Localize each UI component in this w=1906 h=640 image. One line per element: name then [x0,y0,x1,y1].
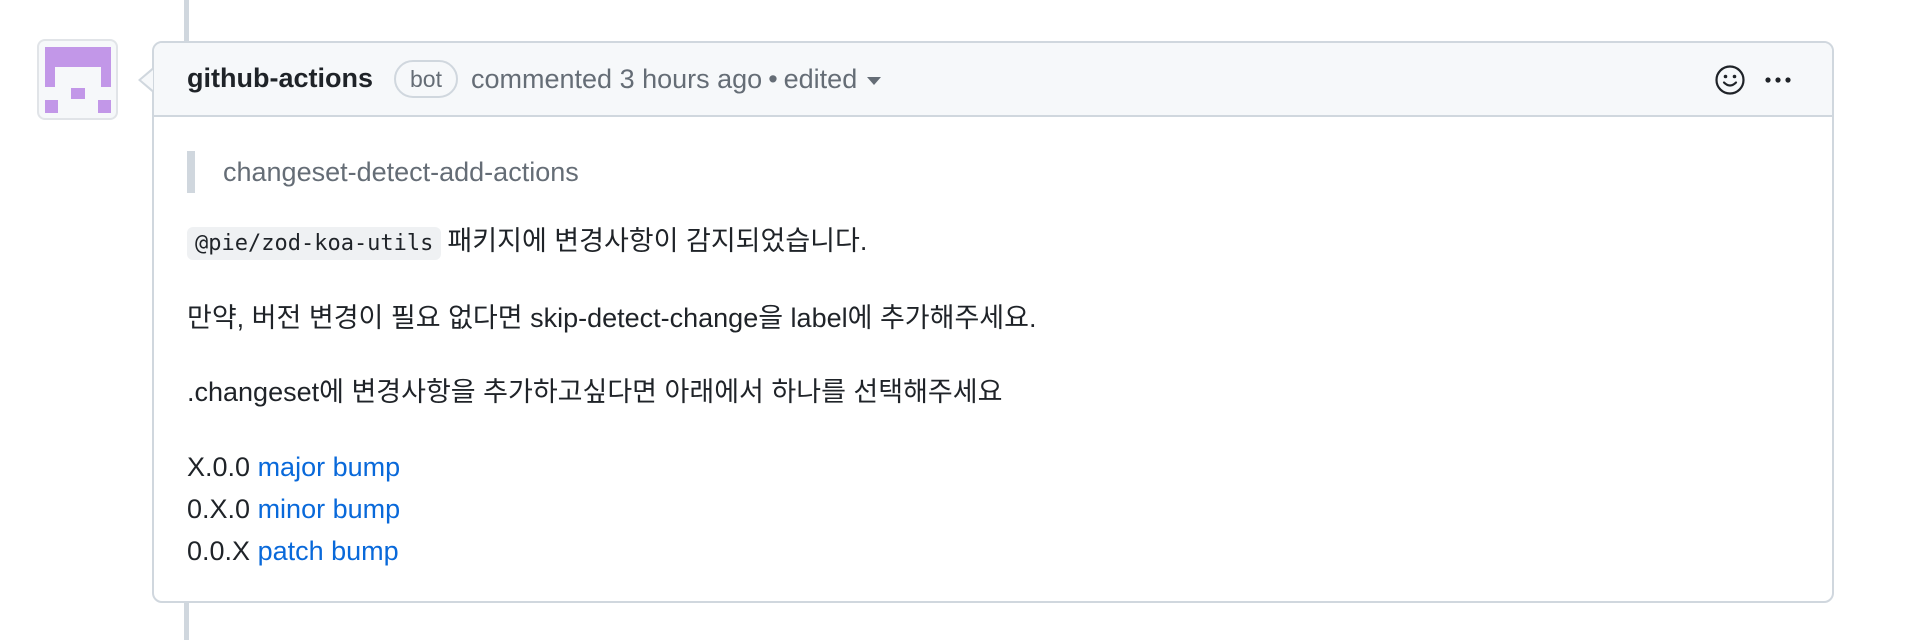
edited-dropdown[interactable]: edited [784,64,882,94]
detected-text: 패키지에 변경사항이 감지되었습니다. [447,226,868,256]
avatar[interactable] [37,39,118,120]
caret-down-icon [867,76,882,85]
bump-version: 0.X.0 [187,494,251,524]
comment-body: changeset-detect-add-actions @pie/zod-ko… [187,151,1799,572]
select-paragraph: .changeset에 변경사항을 추가하고싶다면 아래에서 하나를 선택해주세… [187,377,1003,407]
skip-paragraph: 만약, 버전 변경이 필요 없다면 skip-detect-change을 la… [187,303,1037,333]
more-options-button[interactable] [1760,62,1796,98]
comment-meta: commented 3 hours ago • edited [471,64,882,95]
major-bump-link[interactable]: major bump [258,452,401,482]
comment-box: github-actions bot commented 3 hours ago… [152,41,1834,603]
blockquote: changeset-detect-add-actions [187,151,1799,193]
separator-dot: • [768,64,778,94]
author-link[interactable]: github-actions [187,63,373,94]
bump-list: X.0.0 major bump 0.X.0 minor bump 0.0.X … [187,446,1799,572]
bump-line-minor: 0.X.0 minor bump [187,488,1799,530]
bot-badge: bot [394,60,458,98]
smiley-icon [1715,65,1745,95]
patch-bump-link[interactable]: patch bump [258,536,399,566]
minor-bump-link[interactable]: minor bump [258,494,401,524]
add-reaction-button[interactable] [1712,62,1748,98]
comment-pointer-fill [141,70,153,90]
bump-version: 0.0.X [187,536,251,566]
package-code: @pie/zod-koa-utils [187,227,442,260]
detected-paragraph: @pie/zod-koa-utils 패키지에 변경사항이 감지되었습니다. [187,221,1799,264]
comment-header: github-actions bot commented 3 hours ago… [154,43,1832,117]
header-actions [1712,62,1796,98]
timestamp-link[interactable]: commented 3 hours ago [471,64,762,94]
identicon-icon [45,47,111,113]
bump-line-patch: 0.0.X patch bump [187,530,1799,572]
bump-line-major: X.0.0 major bump [187,446,1799,488]
bump-version: X.0.0 [187,452,251,482]
kebab-horizontal-icon [1765,77,1791,83]
edited-label: edited [783,64,858,94]
